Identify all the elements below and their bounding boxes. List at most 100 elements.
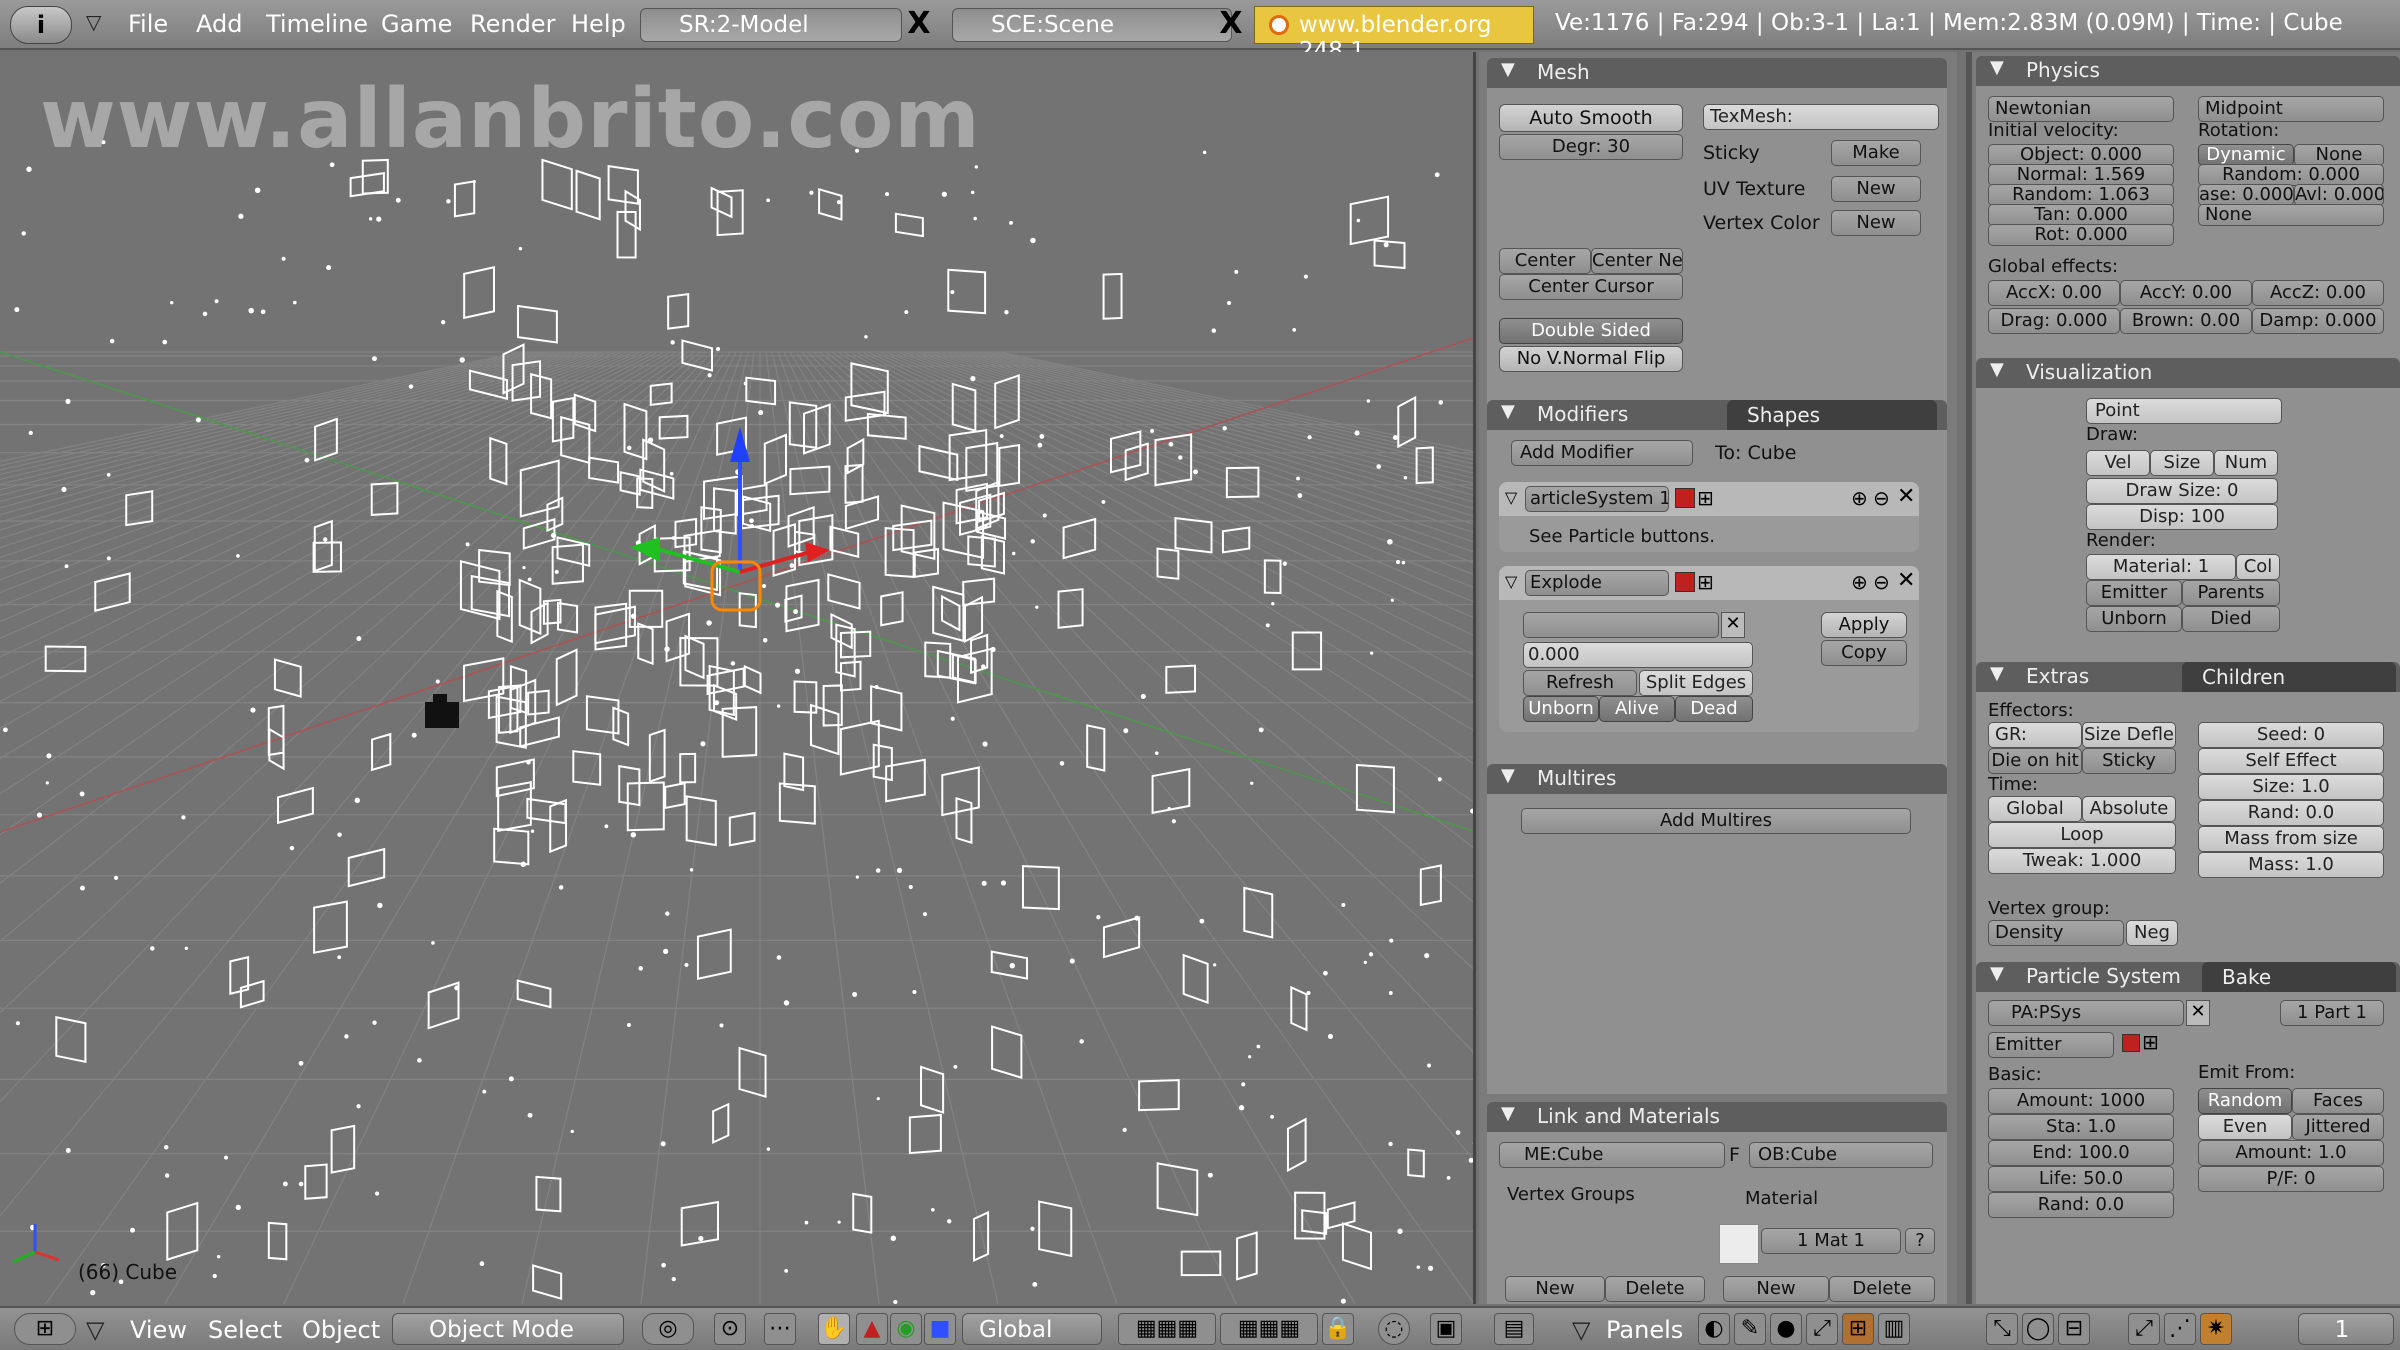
faces-emit-menu[interactable]: Faces xyxy=(2292,1088,2384,1114)
shading-context-icon[interactable]: ● xyxy=(1770,1313,1802,1345)
material-help-button[interactable]: ? xyxy=(1905,1228,1935,1254)
object-context-icon[interactable]: ⤢ xyxy=(1806,1313,1838,1345)
material-swatch[interactable] xyxy=(1719,1224,1759,1264)
object-datablock-field[interactable]: OB:Cube xyxy=(1749,1142,1933,1168)
particle-system-tab[interactable]: Particle System xyxy=(2026,964,2181,988)
center-button[interactable]: Center xyxy=(1499,248,1591,274)
normal-velocity-field[interactable]: Normal: 1.569 xyxy=(1988,164,2174,186)
lock-layer-icon[interactable]: 🔒 xyxy=(1322,1313,1354,1345)
accz-field[interactable]: AccZ: 0.00 xyxy=(2252,280,2384,306)
physics-type-menu[interactable]: Newtonian xyxy=(1988,96,2174,122)
seed-field[interactable]: Seed: 0 xyxy=(2198,722,2384,748)
degr-field[interactable]: Degr: 30 xyxy=(1499,134,1683,160)
unborn-toggle[interactable]: Unborn xyxy=(1523,696,1599,722)
material-new-button[interactable]: New xyxy=(1723,1276,1829,1302)
size-deflect-toggle[interactable]: Size Defle xyxy=(2082,722,2176,748)
split-edges-toggle[interactable]: Split Edges xyxy=(1639,670,1753,696)
editing-context-icon[interactable]: ⊞ xyxy=(1842,1313,1874,1345)
children-tab[interactable]: Children xyxy=(2182,662,2396,692)
angular-velocity-field[interactable]: Avl: 0.000 xyxy=(2294,184,2384,206)
even-toggle[interactable]: Even xyxy=(2198,1114,2292,1140)
menu-select[interactable]: Select xyxy=(208,1316,282,1344)
scene-close-icon[interactable]: X xyxy=(1214,8,1248,42)
menu-help[interactable]: Help xyxy=(571,10,626,38)
group-field[interactable]: GR: xyxy=(1988,722,2082,748)
constraints-subcontext-icon[interactable]: ⋰ xyxy=(2164,1313,2196,1345)
visualization-panel-header[interactable]: ▼ Visualization xyxy=(1976,358,2400,388)
menu-view[interactable]: View xyxy=(130,1316,187,1344)
global-time-toggle[interactable]: Global xyxy=(1988,796,2082,822)
editmode-particle-icon[interactable]: ⊞ xyxy=(2142,1030,2159,1054)
copy-button[interactable]: Copy xyxy=(1821,640,1907,666)
particles-subcontext-icon[interactable]: ✷ xyxy=(2200,1313,2232,1345)
phase-field[interactable]: ase: 0.000 xyxy=(2198,184,2294,206)
die-on-hit-toggle[interactable]: Die on hit xyxy=(1988,748,2082,774)
menu-add[interactable]: Add xyxy=(196,10,242,38)
menu-timeline[interactable]: Timeline xyxy=(266,10,368,38)
object-mode-menu[interactable]: Object Mode xyxy=(392,1313,624,1345)
move-down-icon[interactable]: ⊖ xyxy=(1873,486,1890,510)
tweak-field[interactable]: Tweak: 1.000 xyxy=(1988,848,2176,874)
layer-buttons-2[interactable]: ▦▦▦ xyxy=(1220,1313,1318,1345)
life-field[interactable]: Life: 50.0 xyxy=(1988,1166,2174,1192)
parents-toggle[interactable]: Parents xyxy=(2182,580,2280,606)
rand-life-field[interactable]: Rand: 0.0 xyxy=(1988,1192,2174,1218)
move-up-icon[interactable]: ⊕ xyxy=(1851,570,1868,594)
layer-buttons-1[interactable]: ▦▦▦ xyxy=(1118,1313,1216,1345)
logic-context-icon[interactable]: ◐ xyxy=(1698,1313,1730,1345)
expand-triangle-icon[interactable]: ▽ xyxy=(1505,572,1517,591)
density-group-menu[interactable]: Density xyxy=(1988,920,2124,946)
dynamic-toggle[interactable]: Dynamic xyxy=(2198,144,2294,166)
start-field[interactable]: Sta: 1.0 xyxy=(1988,1114,2174,1140)
move-down-icon[interactable]: ⊖ xyxy=(1873,570,1890,594)
screen-selector[interactable]: SR:2-Model xyxy=(640,8,902,42)
particle-index-field[interactable]: 1 Part 1 xyxy=(2280,1000,2384,1026)
rotation-random-field[interactable]: Random: 0.000 xyxy=(2198,164,2384,186)
rot-velocity-field[interactable]: Rot: 0.000 xyxy=(1988,224,2174,246)
draw-type-menu[interactable]: Point xyxy=(2086,398,2282,424)
clear-psys-icon[interactable]: ✕ xyxy=(2186,1000,2210,1026)
neg-toggle[interactable]: Neg xyxy=(2126,920,2178,946)
mesh-panel-header[interactable]: ▼ Mesh xyxy=(1487,58,1947,88)
accx-field[interactable]: AccX: 0.00 xyxy=(1988,280,2120,306)
material-field[interactable]: Material: 1 xyxy=(2086,554,2236,580)
dead-toggle[interactable]: Dead xyxy=(1675,696,1753,722)
mass-field[interactable]: Mass: 1.0 xyxy=(2198,852,2384,878)
menu-game[interactable]: Game xyxy=(381,10,452,38)
hand-icon[interactable]: ✋ xyxy=(818,1313,850,1345)
material-delete-button[interactable]: Delete xyxy=(1829,1276,1935,1302)
screen-close-icon[interactable]: X xyxy=(902,8,936,42)
scene-selector[interactable]: SCE:Scene xyxy=(952,8,1232,42)
clear-field-icon[interactable]: ✕ xyxy=(1721,612,1745,638)
mesh-datablock-field[interactable]: ME:Cube xyxy=(1499,1142,1725,1168)
enable-particle-icon[interactable] xyxy=(2122,1034,2140,1052)
vertex-color-new-button[interactable]: New xyxy=(1831,210,1921,236)
modifier-name-field[interactable]: Explode xyxy=(1525,570,1669,596)
sticky-toggle[interactable]: Sticky xyxy=(2082,748,2176,774)
alive-toggle[interactable]: Alive xyxy=(1599,696,1675,722)
render-preview-icon[interactable]: ◌ xyxy=(1378,1313,1410,1345)
multires-panel-header[interactable]: ▼ Multires xyxy=(1487,764,1947,794)
translate-icon[interactable]: ▲ xyxy=(856,1313,888,1345)
scale-icon[interactable]: ■ xyxy=(924,1313,956,1345)
scene-context-icon[interactable]: ▥ xyxy=(1878,1313,1910,1345)
editmode-toggle-icon[interactable]: ⊞ xyxy=(1697,570,1714,594)
tan-velocity-field[interactable]: Tan: 0.000 xyxy=(1988,204,2174,226)
damp-field[interactable]: Damp: 0.000 xyxy=(2252,308,2384,334)
num-toggle[interactable]: Num xyxy=(2214,450,2278,476)
unborn-render-toggle[interactable]: Unborn xyxy=(2086,606,2182,632)
vgroup-new-button[interactable]: New xyxy=(1505,1276,1605,1302)
auto-smooth-toggle[interactable]: Auto Smooth xyxy=(1499,104,1683,132)
loop-toggle[interactable]: Loop xyxy=(1988,822,2176,848)
editor-type-icon[interactable]: ⊞ xyxy=(14,1313,76,1345)
link-materials-panel-header[interactable]: ▼ Link and Materials xyxy=(1487,1102,1947,1132)
expand-triangle-icon[interactable]: ▽ xyxy=(1505,488,1517,507)
self-effect-toggle[interactable]: Self Effect xyxy=(2198,748,2384,774)
draw-type-icon[interactable]: ◎ xyxy=(642,1313,694,1345)
pivot-icon[interactable]: ⊙ xyxy=(714,1313,746,1345)
modifiers-tab[interactable]: Modifiers xyxy=(1537,402,1628,426)
collapse-menu-icon[interactable]: ▽ xyxy=(86,1316,104,1344)
vgroup-delete-button[interactable]: Delete xyxy=(1605,1276,1705,1302)
integrator-menu[interactable]: Midpoint xyxy=(2198,96,2384,122)
particle-system-field[interactable]: PA:PSys xyxy=(1988,1000,2184,1026)
